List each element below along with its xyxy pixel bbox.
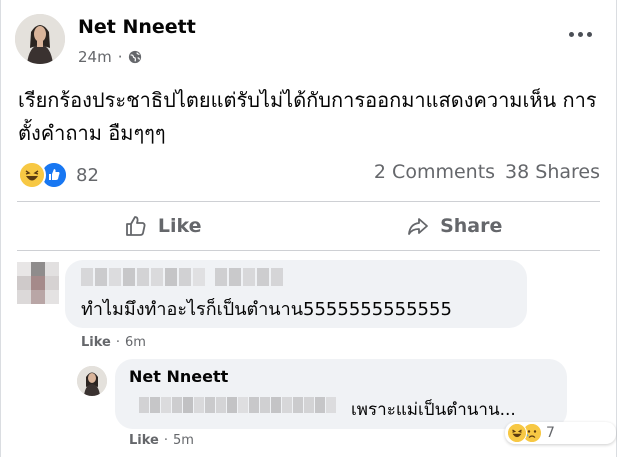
share-icon	[408, 218, 428, 235]
divider	[17, 250, 600, 251]
comment-text: ทำไมมึงทำอะไรก็เป็นตำนาน5555555555555	[81, 299, 452, 320]
globe-icon	[129, 50, 142, 64]
more-dot-icon	[577, 31, 583, 37]
like-label: Like	[157, 215, 202, 237]
reply-reaction-summary[interactable]: 7	[505, 422, 616, 444]
share-label: Share	[440, 215, 503, 237]
author-avatar[interactable]	[15, 14, 65, 64]
thumbs-up-icon	[126, 216, 146, 236]
comment-meta: Like · 6m	[81, 335, 146, 350]
share-button[interactable]: Share	[309, 206, 601, 246]
comment-bubble: ทำไมมึงทำอะไรก็เป็นตำนาน5555555555555	[65, 260, 527, 328]
facebook-post: Net Nneett 24m · เรียกร้องประชาธิปไตยแต่…	[0, 0, 617, 457]
more-dot-icon	[568, 31, 574, 37]
reply-text-blurred	[139, 397, 336, 413]
comments-count-link[interactable]: 2 Comments	[374, 161, 495, 183]
post-actions: Like Share	[17, 206, 600, 246]
meta-separator: ·	[117, 48, 123, 66]
post-text: เรียกร้องประชาธิปไตยแต่รับไม่ได้กับการออ…	[18, 88, 597, 145]
reply-author-name[interactable]: Net Nneett	[129, 367, 228, 386]
reply-like-link[interactable]: Like	[129, 433, 159, 448]
reply-reaction-count: 7	[546, 425, 555, 441]
haha-icon	[507, 423, 527, 443]
reply-time[interactable]: 5m	[173, 433, 194, 448]
post-stats: 2 Comments 38 Shares	[374, 161, 600, 183]
post-meta: 24m ·	[78, 48, 142, 66]
commenter-name-blurred[interactable]	[81, 268, 283, 286]
commenter-avatar[interactable]	[17, 262, 59, 304]
shares-count-link[interactable]: 38 Shares	[505, 161, 600, 183]
comment-like-link[interactable]: Like	[81, 335, 111, 350]
meta-separator: ·	[115, 335, 120, 350]
reaction-summary[interactable]: 82	[18, 161, 99, 189]
like-button[interactable]: Like	[17, 206, 309, 246]
reply-bubble: Net Nneett เพราะแม่เป็นตำนาน...	[115, 359, 567, 429]
author-name[interactable]: Net Nneett	[78, 16, 196, 38]
reaction-count: 82	[76, 164, 99, 186]
reply-author-avatar[interactable]	[77, 366, 107, 396]
more-dot-icon	[586, 31, 592, 37]
post-time[interactable]: 24m	[78, 48, 112, 66]
meta-separator: ·	[163, 433, 168, 448]
reply-meta: Like · 5m	[129, 433, 194, 448]
divider	[17, 201, 600, 202]
reply-text: เพราะแม่เป็นตำนาน...	[351, 400, 516, 420]
haha-icon	[18, 161, 46, 189]
more-options-button[interactable]	[566, 24, 594, 44]
comment-time[interactable]: 6m	[125, 335, 146, 350]
